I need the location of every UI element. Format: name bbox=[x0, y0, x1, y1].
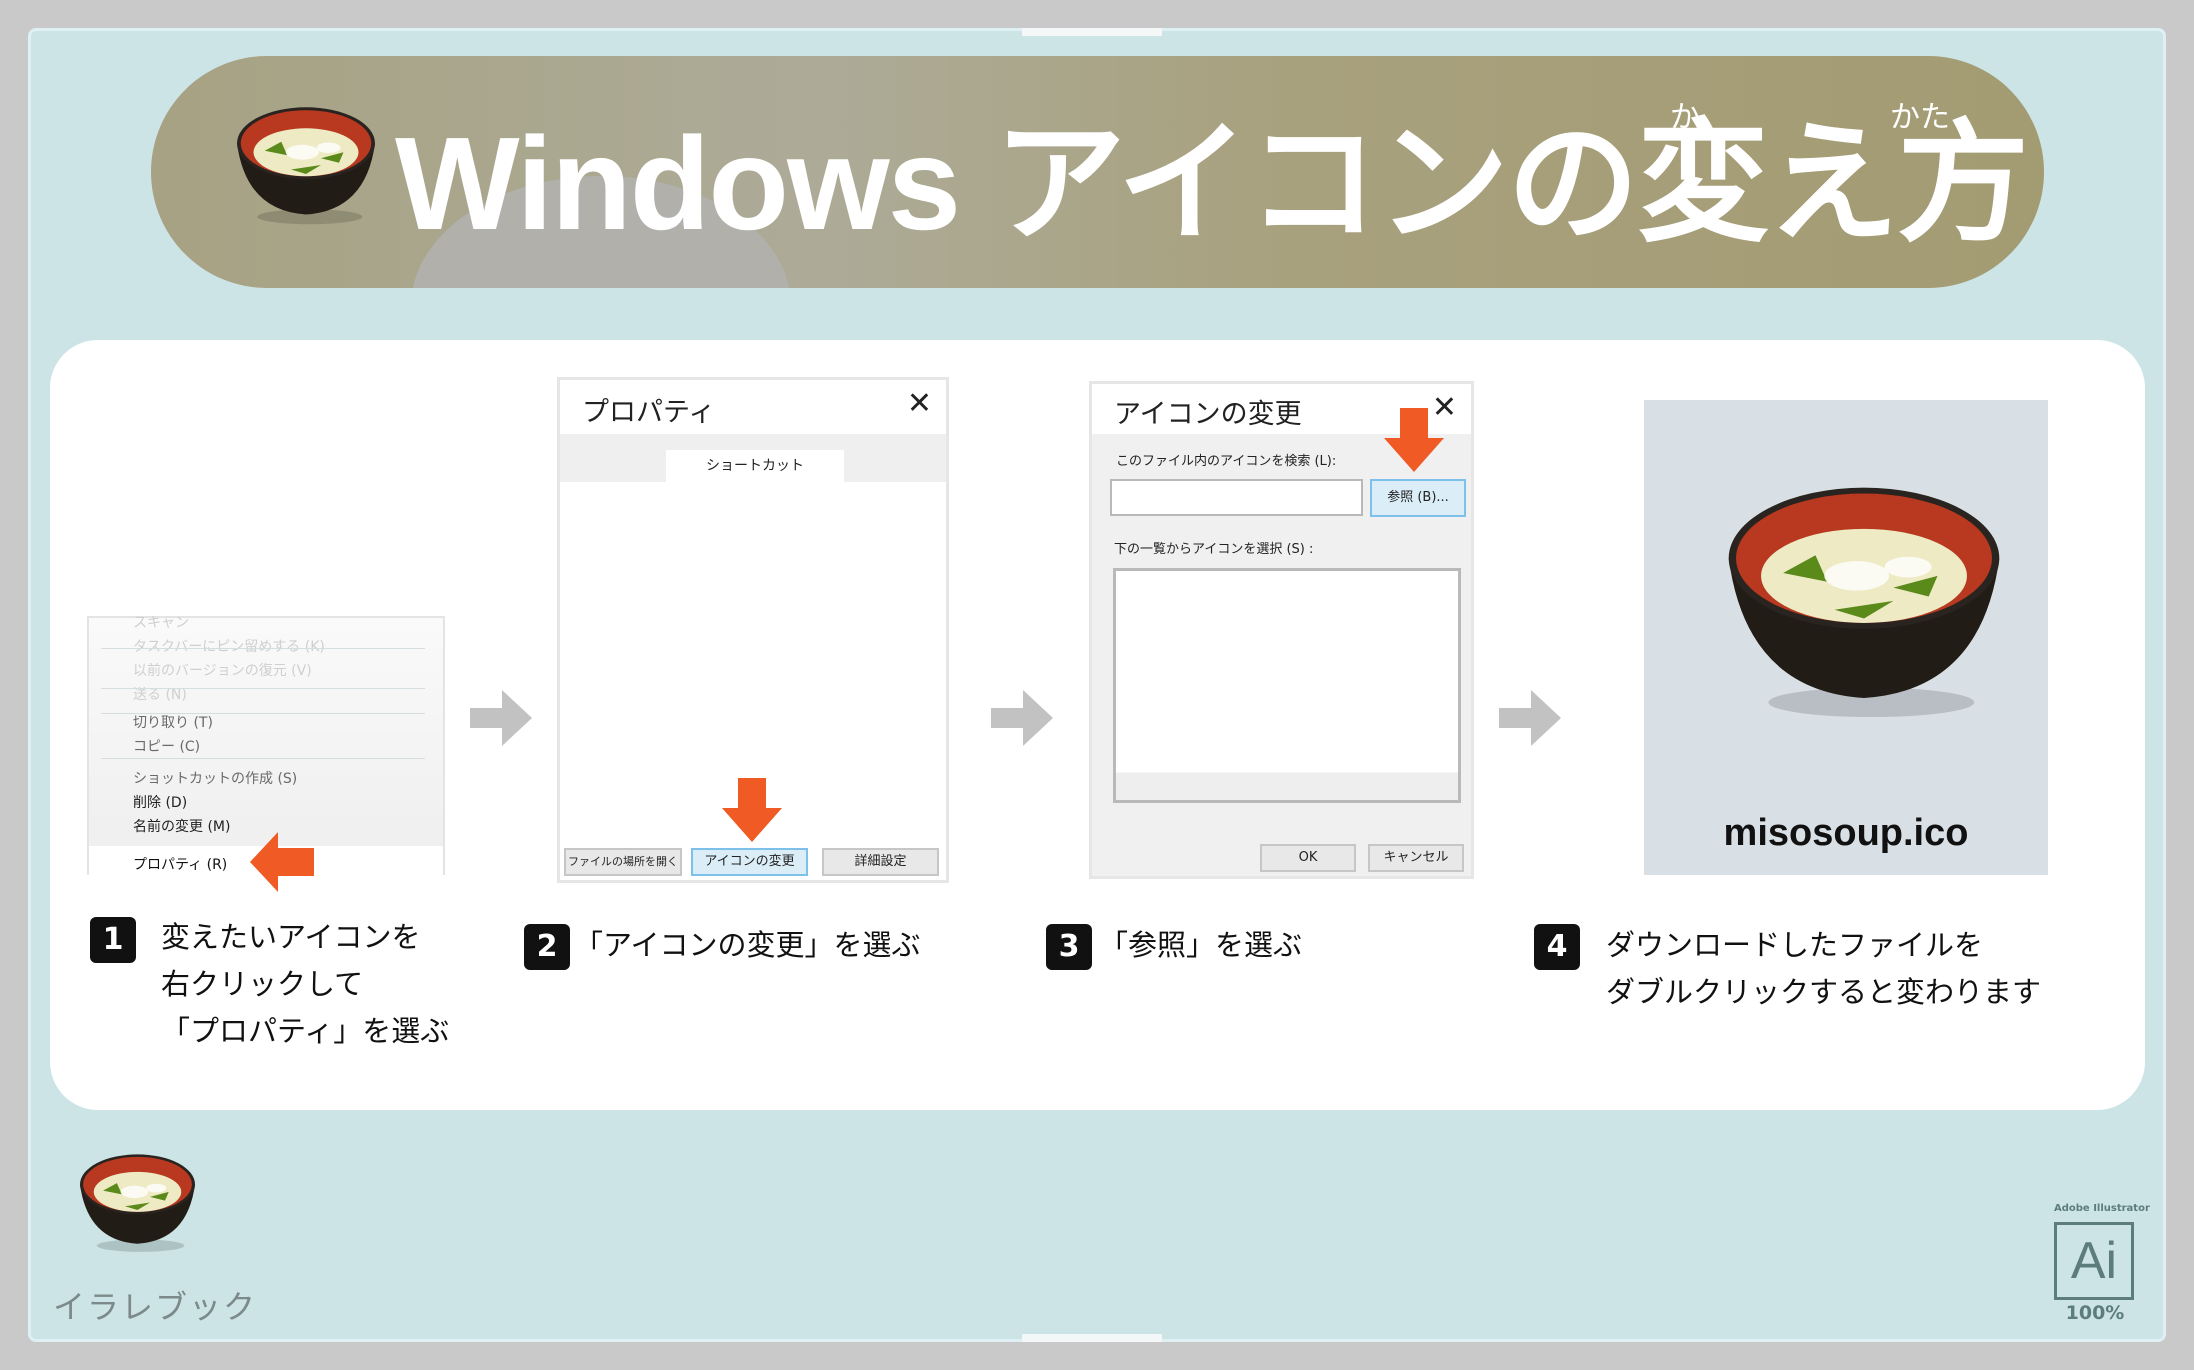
page-title: Windows アイコンの変え方 bbox=[395, 110, 2029, 257]
gray-arrow-right-icon bbox=[1499, 690, 1561, 746]
step-number-badge: 4 bbox=[1534, 924, 1580, 970]
tab-shortcut[interactable]: ショートカット bbox=[666, 450, 844, 482]
icon-file-input[interactable] bbox=[1110, 479, 1363, 516]
browse-button[interactable]: 参照 (B)... bbox=[1370, 479, 1466, 517]
menu-separator bbox=[101, 713, 425, 714]
context-menu-item[interactable]: 削除 (D) bbox=[133, 792, 187, 812]
context-menu-item[interactable]: コピー (C) bbox=[133, 736, 200, 756]
context-menu-item[interactable]: プロパティ (R) bbox=[133, 854, 227, 874]
ruby-ka: か bbox=[1670, 100, 1700, 135]
brand-logo: イラレブック bbox=[53, 1288, 258, 1326]
illustrator-icon[interactable]: Ai bbox=[2054, 1222, 2134, 1300]
dialog-title: アイコンの変更 bbox=[1114, 399, 1302, 430]
gray-arrow-right-icon bbox=[470, 690, 532, 746]
context-menu-item[interactable]: 以前のバージョンの復元 (V) bbox=[133, 660, 312, 680]
context-menu-item[interactable]: ショットカットの作成 (S) bbox=[133, 768, 297, 788]
context-menu-item[interactable]: スキャン bbox=[133, 612, 189, 632]
context-menu-item[interactable]: 送る (N) bbox=[133, 684, 187, 704]
context-menu-item[interactable]: タスクバーにピン留めする (K) bbox=[133, 636, 325, 656]
app-label: Adobe Illustrator bbox=[2054, 1203, 2150, 1214]
step-text: 右クリックして bbox=[161, 967, 364, 1001]
orange-arrow-down-icon bbox=[722, 778, 782, 842]
step-text: 変えたいアイコンを bbox=[161, 920, 421, 954]
menu-separator bbox=[101, 758, 425, 759]
close-icon[interactable]: ✕ bbox=[907, 386, 932, 421]
icon-list-label: 下の一覧からアイコンを選択 (S) : bbox=[1114, 542, 1314, 557]
context-menu-item[interactable]: 切り取り (T) bbox=[133, 712, 213, 732]
ruby-kata: かた bbox=[1890, 100, 1950, 135]
top-handle[interactable] bbox=[1022, 28, 1162, 36]
ok-button[interactable]: OK bbox=[1260, 844, 1356, 872]
orange-arrow-left-icon bbox=[250, 832, 314, 892]
change-icon-button[interactable]: アイコンの変更 bbox=[691, 848, 808, 876]
brand-bowl-icon bbox=[75, 1145, 200, 1255]
step-number-badge: 2 bbox=[524, 924, 570, 970]
icon-list[interactable] bbox=[1113, 568, 1461, 803]
menu-separator bbox=[101, 688, 425, 689]
file-name[interactable]: misosoup.ico bbox=[1644, 812, 2048, 855]
step-text: 「プロパティ」を選ぶ bbox=[161, 1014, 450, 1048]
step-number-badge: 1 bbox=[90, 917, 136, 963]
step-text: ダウンロードしたファイルを bbox=[1606, 928, 1984, 962]
dialog-title: プロパティ bbox=[582, 397, 716, 428]
orange-arrow-down-icon bbox=[1384, 408, 1444, 472]
menu-separator bbox=[101, 648, 425, 649]
step-text: 「参照」を選ぶ bbox=[1099, 928, 1303, 962]
step-number-badge: 3 bbox=[1046, 924, 1092, 970]
miso-bowl-icon bbox=[231, 92, 381, 232]
context-menu-item[interactable]: 名前の変更 (M) bbox=[133, 816, 230, 836]
step-text: 「アイコンの変更」を選ぶ bbox=[574, 928, 921, 962]
bottom-handle[interactable] bbox=[1022, 1334, 1162, 1342]
miso-bowl-icon bbox=[1714, 470, 2014, 720]
gray-arrow-right-icon bbox=[991, 690, 1053, 746]
advanced-button[interactable]: 詳細設定 bbox=[822, 848, 939, 876]
cancel-button[interactable]: キャンセル bbox=[1368, 844, 1464, 872]
step-text: ダブルクリックすると変わります bbox=[1606, 975, 2042, 1009]
search-label: このファイル内のアイコンを検索 (L): bbox=[1116, 454, 1337, 469]
result-image: misosoup.ico bbox=[1644, 400, 2048, 875]
open-location-button[interactable]: ファイルの場所を開く bbox=[564, 848, 682, 876]
zoom-level: 100% bbox=[2065, 1302, 2125, 1324]
